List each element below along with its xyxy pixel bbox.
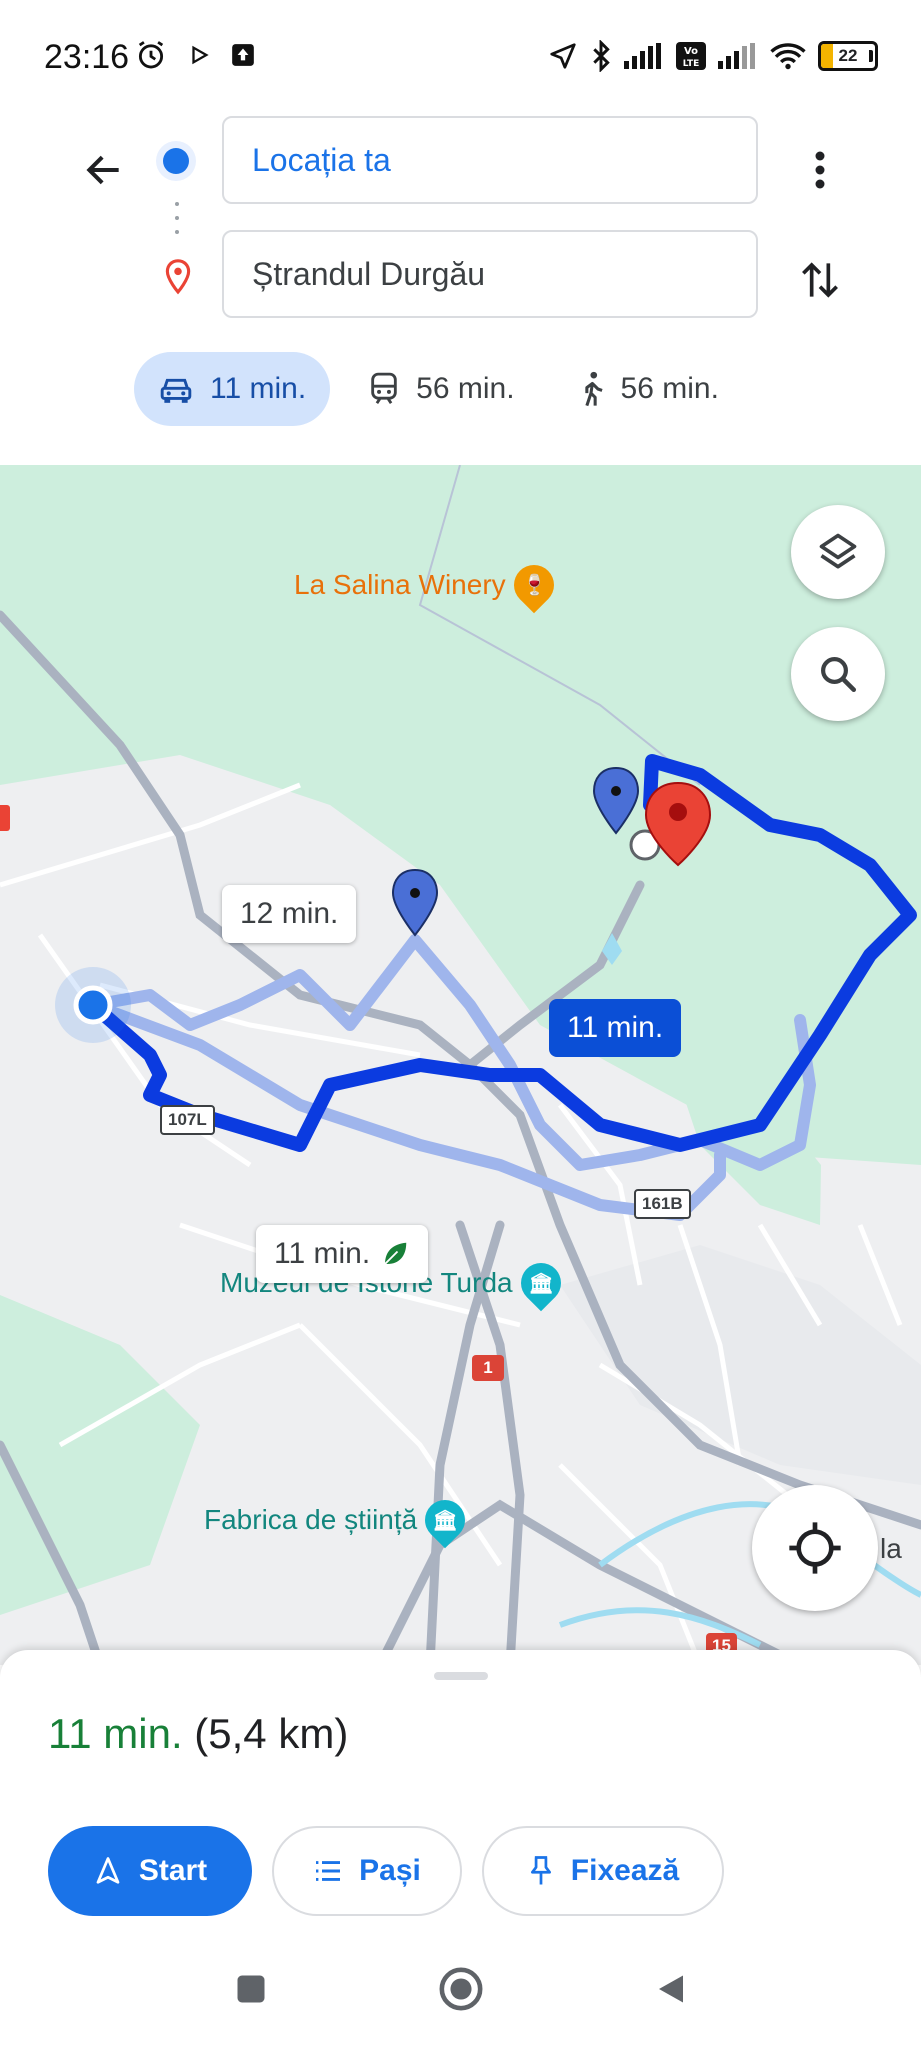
destination-input[interactable]: Ștrandul Durgău	[222, 230, 758, 318]
nav-recents-button[interactable]	[226, 1964, 276, 2014]
route-actions: Start Pași Fixează	[48, 1826, 724, 1916]
eta-time: 11 min.	[48, 1710, 183, 1757]
swap-vert-icon	[802, 262, 838, 298]
museum-icon: 🏛	[416, 1491, 474, 1549]
my-location-button[interactable]	[752, 1485, 878, 1611]
signal-icon	[624, 43, 664, 69]
pushpin-icon	[530, 1856, 551, 1885]
main-route-label[interactable]: 11 min.	[549, 999, 682, 1057]
route-eta: 11 min. (5,4 km)	[48, 1710, 348, 1758]
eta-distance: (5,4 km)	[194, 1710, 349, 1757]
battery-level: 22	[838, 46, 858, 65]
wifi-icon	[770, 42, 806, 70]
status-left-icons	[134, 38, 256, 72]
signal-icon	[718, 43, 758, 69]
poi-winery[interactable]: La Salina Winery 🍷	[294, 556, 562, 614]
my-location-icon	[789, 1522, 841, 1574]
poi-winery-label: La Salina Winery	[294, 569, 506, 600]
back-button[interactable]	[76, 142, 132, 198]
mode-transit-label: 56 min.	[416, 372, 515, 405]
mode-transit[interactable]: 56 min.	[344, 352, 538, 426]
mode-driving-label: 11 min.	[210, 372, 307, 405]
play-icon	[188, 44, 210, 66]
map-partial-label: la	[880, 1533, 902, 1564]
layers-icon	[819, 533, 857, 569]
recents-square-icon	[237, 1975, 264, 2002]
destination-pin-icon	[163, 258, 193, 301]
upload-icon	[230, 42, 256, 68]
map-search-button[interactable]	[791, 627, 885, 721]
start-button-label: Start	[138, 1854, 208, 1887]
road-shield-161b: 161B	[634, 1189, 691, 1219]
list-icon	[316, 1861, 341, 1881]
steps-button-label: Pași	[359, 1854, 421, 1887]
mode-driving[interactable]: 11 min.	[134, 352, 331, 426]
pin-button[interactable]: Fixează	[482, 1826, 724, 1916]
system-nav-bar	[0, 1930, 921, 2047]
pin-button-label: Fixează	[570, 1854, 680, 1887]
svg-text:LTE: LTE	[683, 59, 700, 69]
more-vert-icon	[815, 151, 825, 189]
swap-locations-button[interactable]	[794, 250, 846, 310]
mode-walking-label: 56 min.	[620, 372, 719, 405]
eco-leaf-icon	[384, 1242, 407, 1265]
svg-text:Vo: Vo	[684, 46, 698, 57]
battery-icon: 22	[818, 41, 878, 71]
poi-fabrica[interactable]: Fabrica de știință 🏛	[204, 1491, 474, 1549]
layers-button[interactable]	[791, 505, 885, 599]
status-bar: 23:16 Vo LTE 22	[0, 0, 921, 110]
map-view[interactable]: La Salina Winery 🍷 Muzeul de Istorie Tur…	[0, 465, 921, 1665]
origin-dot-icon	[163, 148, 189, 174]
alt-route-2-label[interactable]: 11 min.	[256, 1225, 429, 1283]
navigation-arrow-icon	[96, 1857, 120, 1884]
steps-button[interactable]: Pași	[272, 1826, 462, 1916]
nav-home-button[interactable]	[436, 1964, 486, 2014]
car-icon	[160, 378, 192, 403]
search-icon	[821, 657, 857, 693]
road-shield-1: 1	[472, 1355, 504, 1381]
alarm-icon	[134, 38, 168, 72]
walk-icon	[584, 371, 603, 407]
museum-icon: 🏛	[512, 1254, 569, 1312]
nav-back-button[interactable]	[646, 1964, 696, 2014]
route-summary-sheet: 11 min. (5,4 km) Start Pași Fixează	[0, 1650, 921, 2047]
back-arrow-icon	[86, 155, 119, 185]
home-circle-icon	[439, 1967, 482, 2010]
map-canvas	[0, 465, 921, 1665]
status-time: 23:16	[44, 38, 130, 76]
location-arrow-icon	[548, 41, 578, 71]
start-button[interactable]: Start	[48, 1826, 252, 1916]
road-shield-107l: 107L	[160, 1105, 215, 1135]
mode-walking[interactable]: 56 min.	[553, 352, 743, 426]
route-dots-icon	[175, 202, 179, 234]
directions-header: Locația ta Ștrandul Durgău 11 min. 56 mi…	[0, 110, 921, 465]
alt-route-2-time: 11 min.	[274, 1237, 371, 1270]
volte-icon: Vo LTE	[676, 42, 706, 70]
back-triangle-icon	[658, 1975, 683, 2002]
wine-glass-icon: 🍷	[505, 556, 562, 614]
travel-modes: 11 min. 56 min. 56 min.	[134, 352, 757, 426]
more-options-button[interactable]	[800, 142, 840, 198]
origin-input[interactable]: Locația ta	[222, 116, 758, 204]
alt-route-1-label[interactable]: 12 min.	[222, 885, 357, 943]
status-right-icons: Vo LTE 22	[548, 40, 878, 72]
bluetooth-icon	[590, 40, 612, 72]
poi-fabrica-label: Fabrica de știință	[204, 1504, 418, 1535]
sheet-drag-handle[interactable]	[434, 1672, 488, 1680]
train-icon	[371, 372, 397, 404]
